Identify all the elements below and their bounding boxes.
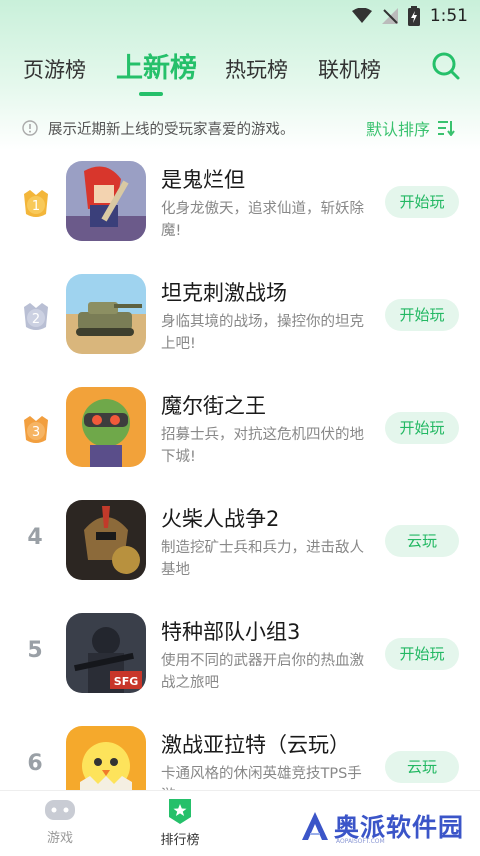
app-icon[interactable]: SFG (66, 613, 146, 693)
sort-label: 默认排序 (366, 120, 431, 139)
game-artwork-icon (66, 500, 146, 580)
silver-medal-icon: 2 (24, 303, 48, 330)
game-description: 身临其境的战场，操控你的坦克上吧! (161, 314, 364, 352)
cloud-play-button[interactable]: 云玩 (385, 525, 459, 557)
game-artwork-icon (66, 274, 146, 354)
status-bar: 1:51 (0, 0, 480, 34)
notice-bar: 展示近期新上线的受玩家喜爱的游戏。 (22, 116, 295, 140)
list-item[interactable]: 3 魔尔街之王 招募士兵，对抗这危机四伏的地下城! 开始玩 (0, 376, 480, 488)
sort-button[interactable]: 默认排序 (366, 116, 455, 140)
game-artwork-icon (66, 161, 146, 241)
rank-number: 3 (32, 425, 40, 440)
search-icon (432, 52, 460, 80)
rank-number: 6 (27, 751, 43, 776)
gold-medal-icon: 1 (24, 190, 48, 217)
watermark-subtext: AOPAISOFT.COM (336, 838, 385, 845)
list-item[interactable]: 5 SFG 特种部队小组3 使用不同的武器开启你的热血激战之旅吧 开始玩 (0, 602, 480, 714)
start-play-button[interactable]: 开始玩 (385, 186, 459, 218)
bronze-medal-icon: 3 (24, 416, 48, 443)
list-item[interactable]: 4 火柴人战争2 制造挖矿士兵和兵力，进击敌人基地 云玩 (0, 489, 480, 601)
nav-label: 游戏 (46, 831, 73, 846)
rank-number: 5 (27, 638, 43, 663)
start-play-button[interactable]: 开始玩 (385, 412, 459, 444)
search-button[interactable] (430, 50, 462, 82)
game-title: 是鬼烂但 (161, 168, 245, 192)
app-icon[interactable] (66, 274, 146, 354)
sort-icon (438, 121, 455, 136)
game-artwork-icon (66, 387, 146, 467)
game-description: 使用不同的武器开启你的热血激战之旅吧 (161, 653, 364, 691)
game-title: 火柴人战争2 (161, 507, 280, 531)
gamepad-icon (45, 800, 75, 820)
tab-new-releases[interactable]: 上新榜 (116, 46, 197, 85)
rank-number: 2 (32, 312, 40, 327)
status-time: 1:51 (429, 6, 468, 26)
game-artwork-icon: SFG (66, 613, 146, 693)
status-icons: 1:51 (351, 6, 468, 26)
rank-number: 1 (32, 199, 40, 214)
app-icon[interactable] (66, 387, 146, 467)
ranking-badge-icon (169, 799, 191, 824)
nav-label: 排行榜 (160, 833, 200, 848)
game-title: 坦克刺激战场 (161, 281, 287, 305)
watermark: 奥派软件园 AOPAISOFT.COM (300, 808, 464, 845)
nav-item-rankings[interactable]: 排行榜 (140, 797, 220, 848)
no-signal-icon (381, 8, 398, 24)
nav-item-games[interactable]: 游戏 (20, 797, 100, 846)
info-icon (22, 120, 38, 136)
game-description: 化身龙傲天，追求仙道，斩妖除魔! (161, 201, 364, 239)
list-item[interactable]: 2 坦克刺激战场 身临其境的战场，操控你的坦克上吧! 开始玩 (0, 263, 480, 375)
rank-tabs: 页游榜 上新榜 热玩榜 联机榜 (0, 44, 480, 92)
app-icon[interactable] (66, 161, 146, 241)
game-description: 招募士兵，对抗这危机四伏的地下城! (161, 427, 364, 465)
notice-text: 展示近期新上线的受玩家喜爱的游戏。 (48, 121, 295, 138)
tab-multiplayer[interactable]: 联机榜 (318, 54, 381, 84)
sfg-badge: SFG (114, 675, 138, 688)
app-icon[interactable] (66, 500, 146, 580)
game-description: 制造挖矿士兵和兵力，进击敌人基地 (161, 540, 364, 578)
tab-hot-games[interactable]: 热玩榜 (225, 54, 288, 84)
game-title: 激战亚拉特（云玩） (161, 733, 350, 757)
rank-number: 4 (27, 525, 43, 550)
start-play-button[interactable]: 开始玩 (385, 299, 459, 331)
wifi-icon (351, 8, 372, 23)
game-title: 魔尔街之王 (161, 394, 266, 418)
tab-web-games[interactable]: 页游榜 (23, 54, 86, 84)
game-title: 特种部队小组3 (161, 620, 301, 644)
cloud-play-button[interactable]: 云玩 (385, 751, 459, 783)
watermark-logo-icon (302, 812, 328, 840)
active-tab-indicator (139, 92, 163, 96)
battery-charging-icon (407, 6, 420, 26)
start-play-button[interactable]: 开始玩 (385, 638, 459, 670)
list-item[interactable]: 1 是鬼烂但 化身龙傲天，追求仙道，斩妖除魔! 开始玩 (0, 150, 480, 262)
